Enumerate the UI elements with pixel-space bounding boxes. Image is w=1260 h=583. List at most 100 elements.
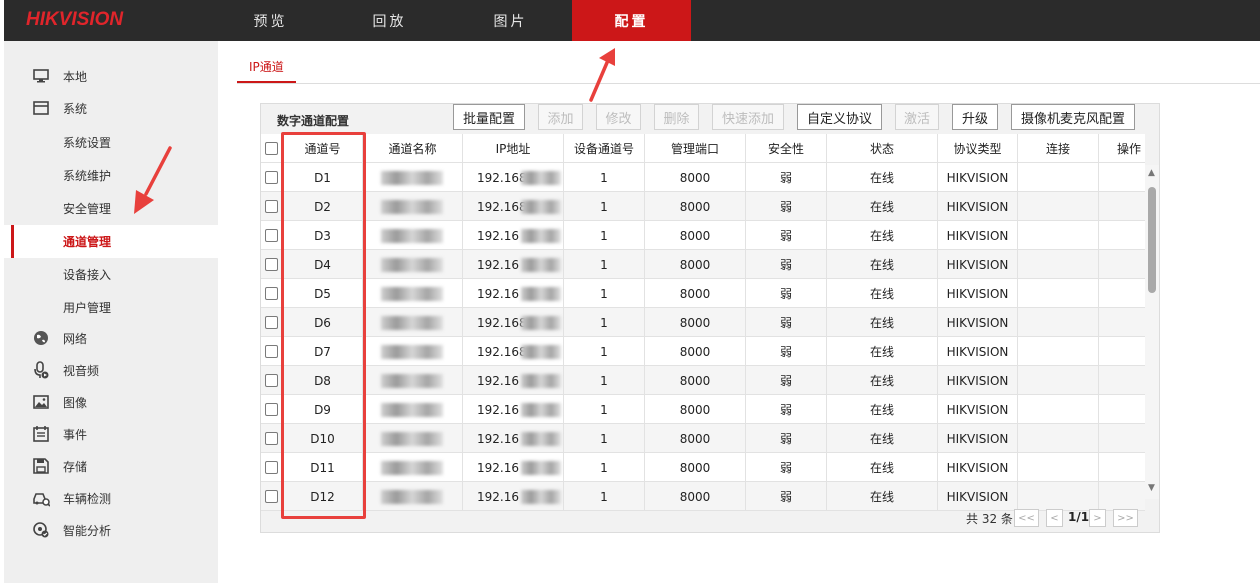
quick-add-button[interactable]: 快速添加	[712, 104, 784, 130]
sidebar-item-security-management[interactable]: 安全管理	[4, 193, 218, 223]
first-page-button[interactable]: <<	[1014, 509, 1039, 527]
upgrade-button[interactable]: 升级	[952, 104, 998, 130]
prev-page-button[interactable]: <	[1046, 509, 1063, 527]
tab-playback[interactable]: 回放	[330, 0, 449, 41]
ip-address-cell: 192.16	[463, 366, 564, 395]
table-row[interactable]: D7 192.168 1 8000 弱在线 HIKVISION	[261, 337, 1145, 366]
activate-button[interactable]: 激活	[895, 104, 939, 130]
select-all-checkbox[interactable]	[265, 142, 278, 155]
column-header[interactable]: IP地址	[463, 134, 564, 163]
row-checkbox[interactable]	[265, 374, 278, 387]
row-checkbox[interactable]	[265, 432, 278, 445]
row-checkbox[interactable]	[265, 316, 278, 329]
column-header[interactable]: 状态	[827, 134, 938, 163]
tab-configuration[interactable]: 配置	[572, 0, 691, 41]
security-cell: 弱	[746, 337, 827, 366]
ip-address-cell: 192.16	[463, 395, 564, 424]
sidebar-item-system[interactable]: 系统	[4, 93, 218, 123]
table-row[interactable]: D10 192.16 1 8000 弱在线 HIKVISION	[261, 424, 1145, 453]
batch-config-button[interactable]: 批量配置	[453, 104, 525, 130]
table-row[interactable]: D3 192.16 1 8000 弱在线 HIKVISION	[261, 221, 1145, 250]
delete-button[interactable]: 删除	[654, 104, 699, 130]
sidebar-item-smart-analysis[interactable]: 智能分析	[4, 515, 218, 545]
row-checkbox[interactable]	[265, 461, 278, 474]
column-header[interactable]: 协议类型	[938, 134, 1018, 163]
connection-cell	[1018, 308, 1099, 337]
row-checkbox[interactable]	[265, 287, 278, 300]
row-checkbox[interactable]	[265, 345, 278, 358]
camera-mic-config-button[interactable]: 摄像机麦克风配置	[1011, 104, 1135, 130]
redacted-name	[381, 461, 443, 475]
redacted-name	[381, 432, 443, 446]
row-checkbox[interactable]	[265, 229, 278, 242]
security-cell: 弱	[746, 424, 827, 453]
sidebar: 本地 系统 系统设置 系统维护 安全管理 通道管理 设备接入 用户管理 网络 视…	[4, 41, 218, 583]
tab-ip-channel[interactable]: IP通道	[237, 52, 296, 83]
microphone-icon	[34, 361, 49, 379]
redacted-ip	[521, 490, 561, 504]
sidebar-item-label: 视音频	[63, 363, 100, 378]
table-row[interactable]: D2 192.168 1 8000 弱在线 HIKVISION	[261, 192, 1145, 221]
sidebar-item-label: 网络	[63, 331, 88, 346]
redacted-name	[381, 200, 443, 214]
table-scrollbar[interactable]: ▲ ▼	[1145, 165, 1159, 499]
column-header[interactable]: 设备通道号	[564, 134, 645, 163]
sidebar-item-system-maintenance[interactable]: 系统维护	[4, 160, 218, 190]
column-header[interactable]: 管理端口	[645, 134, 746, 163]
scroll-up-icon[interactable]: ▲	[1148, 168, 1155, 178]
table-row[interactable]: D9 192.16 1 8000 弱在线 HIKVISION	[261, 395, 1145, 424]
sidebar-item-image[interactable]: 图像	[4, 387, 218, 417]
next-page-button[interactable]: >	[1089, 509, 1106, 527]
divider	[237, 83, 1260, 84]
table-row[interactable]: D6 192.168 1 8000 弱在线 HIKVISION	[261, 308, 1145, 337]
sidebar-item-network[interactable]: 网络	[4, 323, 218, 353]
table-row[interactable]: D4 192.16 1 8000 弱在线 HIKVISION	[261, 250, 1145, 279]
custom-protocol-button[interactable]: 自定义协议	[797, 104, 882, 130]
table-row[interactable]: D1 192.168 1 8000 弱在线 HIKVISION	[261, 163, 1145, 192]
ip-address-cell: 192.16	[463, 424, 564, 453]
sidebar-item-label: 车辆检测	[63, 491, 112, 506]
column-header[interactable]: 通道号	[283, 134, 363, 163]
sidebar-item-video-audio[interactable]: 视音频	[4, 355, 218, 385]
modify-button[interactable]: 修改	[596, 104, 641, 130]
management-port-cell: 8000	[645, 453, 746, 482]
table-row[interactable]: D12 192.16 1 8000 弱在线 HIKVISION	[261, 482, 1145, 511]
column-header[interactable]: 连接	[1018, 134, 1099, 163]
device-channel-cell: 1	[564, 337, 645, 366]
sidebar-item-device-access[interactable]: 设备接入	[4, 259, 218, 289]
row-checkbox[interactable]	[265, 490, 278, 503]
sidebar-item-label: 设备接入	[63, 267, 112, 282]
table-row[interactable]: D11 192.16 1 8000 弱在线 HIKVISION	[261, 453, 1145, 482]
add-button[interactable]: 添加	[538, 104, 583, 130]
sidebar-item-vehicle-detection[interactable]: 车辆检测	[4, 483, 218, 513]
sidebar-item-event[interactable]: 事件	[4, 419, 218, 449]
scroll-thumb[interactable]	[1148, 187, 1156, 293]
monitor-icon	[33, 69, 49, 83]
tab-picture[interactable]: 图片	[451, 0, 570, 41]
last-page-button[interactable]: >>	[1113, 509, 1138, 527]
sidebar-item-system-settings[interactable]: 系统设置	[4, 127, 218, 157]
protocol-cell: HIKVISION	[938, 192, 1018, 221]
sidebar-item-label: 系统设置	[63, 135, 112, 150]
row-checkbox[interactable]	[265, 403, 278, 416]
scroll-down-icon[interactable]: ▼	[1148, 483, 1155, 493]
tab-preview[interactable]: 预览	[211, 0, 330, 41]
total-count: 共 32 条	[966, 512, 1013, 526]
column-header[interactable]: 安全性	[746, 134, 827, 163]
sidebar-item-storage[interactable]: 存储	[4, 451, 218, 481]
table-row[interactable]: D5 192.16 1 8000 弱在线 HIKVISION	[261, 279, 1145, 308]
column-header[interactable]: 操作	[1099, 134, 1159, 163]
redacted-name	[381, 374, 443, 388]
row-checkbox[interactable]	[265, 200, 278, 213]
sidebar-item-channel-management[interactable]: 通道管理	[4, 225, 218, 258]
connection-cell	[1018, 163, 1099, 192]
redacted-ip	[521, 374, 561, 388]
row-checkbox[interactable]	[265, 258, 278, 271]
row-checkbox[interactable]	[265, 171, 278, 184]
save-icon	[33, 458, 49, 474]
sidebar-item-local[interactable]: 本地	[4, 61, 218, 91]
table-row[interactable]: D8 192.16 1 8000 弱在线 HIKVISION	[261, 366, 1145, 395]
column-header[interactable]: 通道名称	[363, 134, 463, 163]
sidebar-item-user-management[interactable]: 用户管理	[4, 292, 218, 322]
status-cell: 在线	[827, 453, 938, 482]
